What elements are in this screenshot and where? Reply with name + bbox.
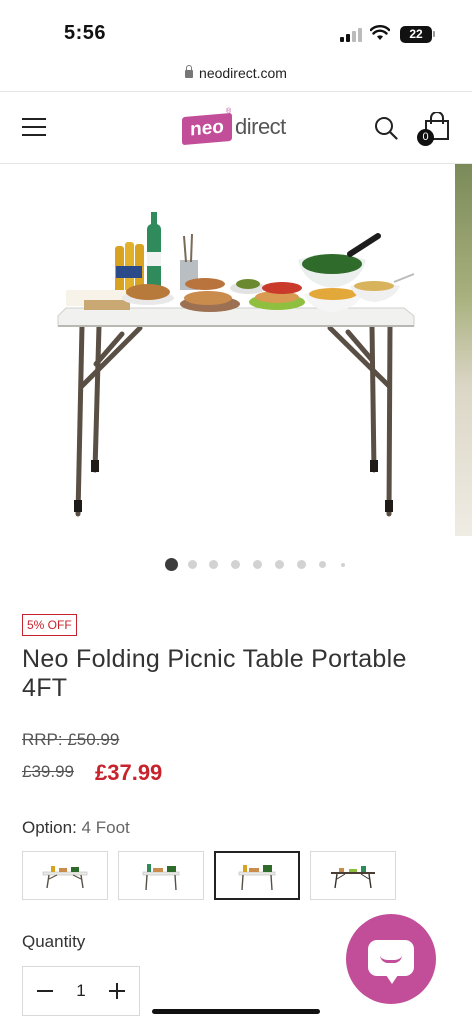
logo-direct-text: direct xyxy=(235,114,286,139)
was-price: £39.99 xyxy=(22,762,74,781)
gallery-dot-2[interactable] xyxy=(188,560,197,569)
next-product-image-preview[interactable] xyxy=(455,164,472,536)
table-thumbnail-icon xyxy=(142,863,180,890)
quantity-stepper: 1 xyxy=(22,966,140,1016)
cart-button[interactable]: 0 xyxy=(416,112,452,146)
url-text: neodirect.com xyxy=(199,65,287,81)
quantity-label: Quantity xyxy=(22,932,86,951)
cart-count-badge: 0 xyxy=(417,129,434,146)
address-bar[interactable]: neodirect.com xyxy=(0,60,472,90)
hamburger-menu-icon[interactable] xyxy=(22,116,46,138)
chat-bubble-icon xyxy=(368,940,414,984)
option-swatches xyxy=(22,851,452,901)
battery-icon: 22 xyxy=(400,26,432,43)
live-chat-button[interactable] xyxy=(346,914,436,1004)
product-image-gallery[interactable] xyxy=(0,164,472,536)
table-thumbnail-icon xyxy=(42,865,88,888)
neodirect-logo[interactable]: neo ® direct xyxy=(182,108,294,146)
status-bar: 5:56 22 xyxy=(0,0,472,62)
discount-badge: 5% OFF xyxy=(22,614,77,636)
gallery-dot-3[interactable] xyxy=(209,560,218,569)
rrp-price: RRP: £50.99 xyxy=(22,730,120,749)
status-time: 5:56 xyxy=(64,22,107,44)
logo-registered-mark: ® xyxy=(226,108,232,115)
option-swatch-3[interactable] xyxy=(214,851,300,900)
product-title: Neo Folding Picnic Table Portable 4FT xyxy=(22,645,407,702)
option-swatch-2[interactable] xyxy=(118,851,204,900)
wifi-icon xyxy=(370,25,390,40)
search-icon[interactable] xyxy=(374,116,398,140)
table-thumbnail-icon xyxy=(238,864,276,890)
lock-icon xyxy=(185,65,194,78)
option-label: Option: 4 Foot xyxy=(22,818,130,838)
logo-neo-mark: neo xyxy=(182,112,232,146)
gallery-dot-9[interactable] xyxy=(341,563,345,567)
gallery-dot-4[interactable] xyxy=(231,560,240,569)
option-label-text: Option: xyxy=(22,818,77,837)
table-thumbnail-icon xyxy=(331,865,375,888)
gallery-pagination-dots xyxy=(0,558,472,572)
option-selected-value: 4 Foot xyxy=(81,818,130,837)
gallery-dot-6[interactable] xyxy=(275,560,284,569)
site-header: neo ® direct 0 xyxy=(0,91,472,164)
battery-cap xyxy=(433,31,435,37)
sale-price: £37.99 xyxy=(95,760,163,785)
option-swatch-1[interactable] xyxy=(22,851,108,900)
home-indicator[interactable] xyxy=(152,1009,320,1014)
quantity-increase-button[interactable] xyxy=(109,983,125,999)
quantity-value[interactable]: 1 xyxy=(71,981,91,1001)
gallery-dot-8[interactable] xyxy=(319,561,326,568)
gallery-dot-1[interactable] xyxy=(165,558,178,571)
product-image-folding-table[interactable] xyxy=(0,164,455,536)
gallery-dot-7[interactable] xyxy=(297,560,306,569)
quantity-decrease-button[interactable] xyxy=(37,990,53,992)
chat-smile-icon xyxy=(380,955,402,963)
folding-table-photo xyxy=(57,212,415,517)
cellular-signal-icon xyxy=(340,28,362,42)
option-swatch-4[interactable] xyxy=(310,851,396,900)
gallery-dot-5[interactable] xyxy=(253,560,262,569)
